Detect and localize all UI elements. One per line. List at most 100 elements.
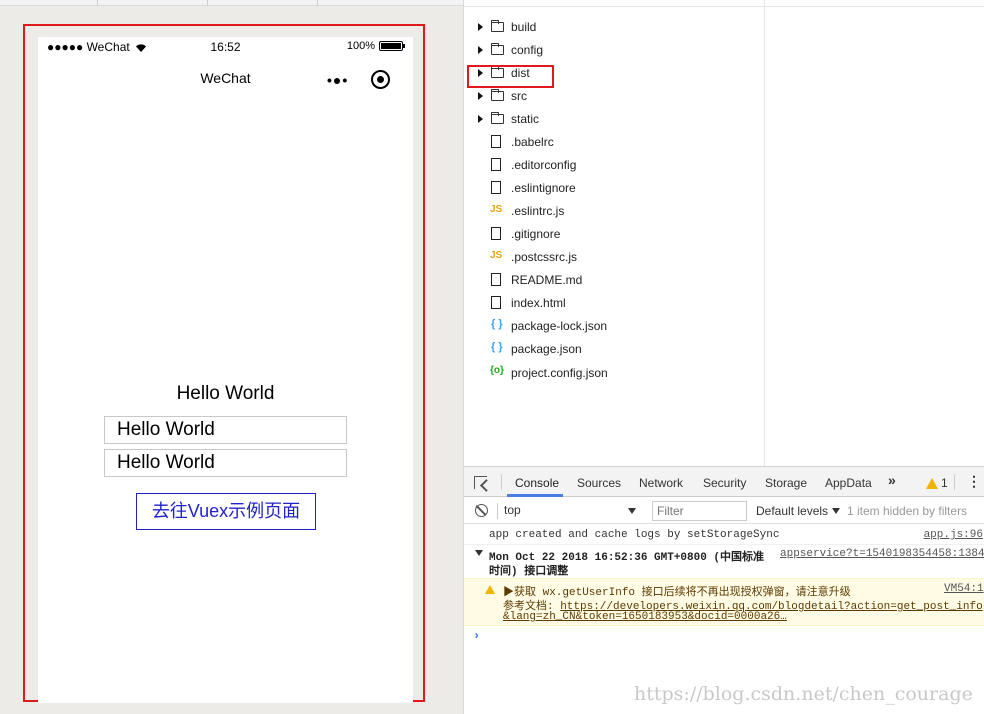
- tree-folder-src[interactable]: src: [464, 85, 764, 107]
- highlight-box-dist: [467, 65, 554, 88]
- toolbar-separator: [954, 474, 955, 490]
- log-source-link[interactable]: appservice?t=1540198354458:1384: [780, 548, 984, 560]
- log-entry: app created and cache logs by setStorage…: [464, 525, 984, 545]
- tree-file-eslintignore[interactable]: .eslintignore: [464, 177, 764, 199]
- folder-icon: [491, 43, 504, 55]
- devtools-console: Console Sources Network Security Storage…: [464, 466, 984, 714]
- tab-security[interactable]: Security: [703, 476, 746, 490]
- tree-label: .postcssrc.js: [511, 250, 578, 264]
- expand-arrow-icon[interactable]: [478, 92, 483, 100]
- tree-label: package.json: [511, 342, 582, 356]
- log-message: app created and cache logs by setStorage…: [489, 529, 780, 541]
- folder-icon: [491, 89, 504, 101]
- context-select[interactable]: top: [504, 503, 639, 517]
- file-icon: [491, 227, 501, 240]
- clear-console-icon[interactable]: [475, 504, 488, 517]
- tree-divider: [764, 0, 765, 466]
- file-tree: build config dist src static .babelrc .e…: [464, 6, 764, 466]
- filter-input[interactable]: [652, 501, 747, 521]
- battery-status: 100%: [347, 40, 405, 52]
- navbar-title: WeChat: [200, 70, 251, 86]
- json-file-icon: { }: [491, 341, 503, 353]
- js-file-icon: JS: [490, 250, 503, 261]
- tree-label: build: [511, 20, 537, 34]
- toolbar-separator: [497, 503, 498, 519]
- tab-appdata[interactable]: AppData: [825, 476, 872, 490]
- tree-file-package[interactable]: { } package.json: [464, 338, 764, 360]
- editor-panel: build config dist src static .babelrc .e…: [463, 0, 984, 714]
- file-icon: [491, 135, 501, 148]
- chevron-down-icon[interactable]: [832, 508, 840, 514]
- folder-icon: [491, 20, 504, 32]
- tree-folder-static[interactable]: static: [464, 108, 764, 130]
- capsule-home-icon[interactable]: [371, 70, 390, 89]
- console-prompt[interactable]: ›: [473, 629, 480, 643]
- console-filter-bar: top Default levels 1 item hidden by filt…: [464, 498, 984, 524]
- collapse-arrow-icon[interactable]: [475, 550, 483, 556]
- watermark: https://blog.csdn.net/chen_courage: [634, 683, 973, 705]
- tree-label: .babelrc: [511, 135, 554, 149]
- tree-label: .eslintignore: [511, 181, 576, 195]
- tree-label: .eslintrc.js: [511, 204, 565, 218]
- expand-arrow-icon[interactable]: [478, 115, 483, 123]
- js-file-icon: JS: [490, 204, 503, 215]
- file-icon: [491, 296, 501, 309]
- battery-icon: [379, 41, 405, 51]
- active-tab-indicator: [507, 494, 563, 497]
- tab-storage[interactable]: Storage: [765, 476, 807, 490]
- doc-link-cont[interactable]: &lang=zh_CN&token=1650183953&docid=0000a…: [503, 611, 787, 623]
- tree-file-eslintrc[interactable]: JS .eslintrc.js: [464, 200, 764, 222]
- tree-file-project-config[interactable]: {o} project.config.json: [464, 362, 764, 384]
- phone-screen: ●●●●● WeChat 16:52 100% WeChat •●• Hello…: [38, 37, 413, 703]
- tab-sources[interactable]: Sources: [577, 476, 621, 490]
- chevron-down-icon[interactable]: [628, 508, 636, 514]
- warning-entry: ▶获取 wx.getUserInfo 接口后续将不再出现授权弹窗，请注意升级 V…: [464, 578, 984, 626]
- vuex-example-button[interactable]: 去往Vuex示例页面: [136, 493, 316, 530]
- config-file-icon: {o}: [490, 365, 504, 376]
- console-output: app created and cache logs by setStorage…: [464, 525, 984, 714]
- tree-label: .editorconfig: [511, 158, 577, 172]
- toolbar-separator: [501, 474, 502, 490]
- tab-console[interactable]: Console: [515, 476, 559, 490]
- log-source-link[interactable]: VM54:1: [944, 583, 984, 595]
- log-group[interactable]: Mon Oct 22 2018 16:52:36 GMT+0800 (中国标准 …: [464, 545, 984, 578]
- tree-file-babelrc[interactable]: .babelrc: [464, 131, 764, 153]
- more-tabs-icon[interactable]: »: [888, 472, 896, 488]
- folder-icon: [491, 112, 504, 124]
- hello-text: Hello World: [176, 383, 275, 404]
- json-file-icon: { }: [491, 318, 503, 330]
- tree-file-index-html[interactable]: index.html: [464, 292, 764, 314]
- warning-icon: [926, 477, 938, 489]
- expand-arrow-icon[interactable]: [478, 46, 483, 54]
- hello-input-2[interactable]: Hello World: [104, 449, 347, 477]
- warning-icon: [485, 585, 495, 594]
- tree-label: index.html: [511, 296, 566, 310]
- warning-count: 1: [941, 476, 948, 490]
- tree-label: src: [511, 89, 527, 103]
- tree-folder-build[interactable]: build: [464, 16, 764, 38]
- tree-label: package-lock.json: [511, 319, 608, 333]
- tree-file-gitignore[interactable]: .gitignore: [464, 223, 764, 245]
- tree-folder-config[interactable]: config: [464, 39, 764, 61]
- tree-file-postcssrc[interactable]: JS .postcssrc.js: [464, 246, 764, 268]
- warning-counter[interactable]: 1: [926, 476, 948, 490]
- log-group-title-cont: 时间) 接口调整: [489, 566, 569, 578]
- tab-network[interactable]: Network: [639, 476, 683, 490]
- log-source-link[interactable]: app.js:96: [924, 529, 983, 541]
- status-bar: ●●●●● WeChat 16:52 100%: [38, 37, 413, 57]
- file-icon: [491, 181, 501, 194]
- expand-arrow-icon[interactable]: [478, 23, 483, 31]
- log-levels-select[interactable]: Default levels: [756, 504, 828, 518]
- tree-label: README.md: [511, 273, 583, 287]
- devtools-window: ●●●●● WeChat 16:52 100% WeChat •●• Hello…: [0, 0, 984, 714]
- tree-file-readme[interactable]: README.md: [464, 269, 764, 291]
- inspect-element-icon[interactable]: [474, 476, 487, 489]
- tree-file-editorconfig[interactable]: .editorconfig: [464, 154, 764, 176]
- tree-file-package-lock[interactable]: { } package-lock.json: [464, 315, 764, 337]
- tree-label: static: [511, 112, 540, 126]
- tree-label: .gitignore: [511, 227, 561, 241]
- hello-input-1[interactable]: Hello World: [104, 416, 347, 444]
- hidden-items-info: 1 item hidden by filters: [847, 504, 968, 518]
- more-menu-icon[interactable]: •●•: [327, 72, 348, 88]
- kebab-menu-icon[interactable]: ⋮: [967, 473, 981, 490]
